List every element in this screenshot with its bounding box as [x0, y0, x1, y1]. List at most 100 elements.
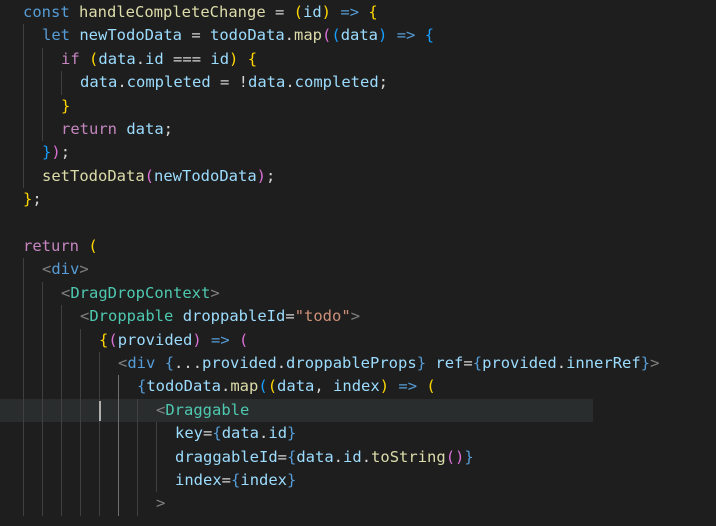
code-line[interactable]: }	[0, 94, 716, 118]
code-token: todoData	[146, 377, 221, 396]
code-token: newTodoData	[79, 26, 182, 45]
code-token: {	[99, 330, 109, 349]
code-line[interactable]: data.completed = !data.completed;	[0, 71, 716, 95]
code-token: .	[259, 424, 269, 443]
code-token: .	[276, 354, 287, 372]
code-line[interactable]: setTodoData(newTodoData);	[0, 164, 716, 189]
code-line[interactable]: >	[0, 492, 716, 516]
indent-guide	[42, 492, 43, 516]
code-token: data	[248, 73, 286, 92]
code-line[interactable]: if (data.id === id) {	[0, 47, 716, 72]
code-line[interactable]: <div {...provided.droppableProps} ref={p…	[0, 352, 716, 376]
code-token: Droppable	[89, 307, 174, 326]
code-token: ,	[314, 377, 334, 396]
code-token: }	[416, 354, 427, 372]
code-token: =>	[398, 377, 418, 396]
code-token: ref	[435, 354, 464, 372]
code-token: ;	[163, 120, 174, 138]
code-line[interactable]: <DragDropContext>	[0, 281, 716, 306]
code-token: (	[144, 166, 154, 185]
code-token: (	[426, 377, 436, 396]
indent-guide	[23, 398, 24, 423]
indent-guide	[23, 94, 24, 118]
code-token: completed	[294, 73, 379, 92]
code-token: data	[98, 49, 136, 68]
code-token: if	[61, 49, 80, 68]
code-text: <div>	[42, 258, 89, 281]
code-line[interactable]: return data;	[0, 118, 716, 142]
code-token: const	[23, 3, 70, 21]
indent-guide	[118, 422, 119, 446]
code-token: ===	[163, 49, 211, 68]
code-token: div	[127, 354, 156, 372]
code-token: {	[472, 354, 483, 372]
indent-guide	[23, 305, 24, 329]
code-token: >	[156, 494, 166, 513]
code-token: )	[256, 166, 266, 185]
code-token: .	[117, 73, 127, 92]
code-token: <	[156, 400, 166, 419]
code-token: =	[265, 3, 294, 21]
code-token: ;	[378, 73, 389, 92]
code-line[interactable]: {todoData.map((data, index) => (	[0, 375, 716, 399]
indent-guide	[61, 375, 62, 399]
code-token: index	[240, 471, 288, 489]
code-token: draggableId	[175, 447, 278, 466]
indent-guide	[23, 47, 24, 72]
code-line[interactable]: key={data.id}	[0, 422, 716, 446]
code-token: provided	[202, 354, 277, 372]
code-token: >	[210, 283, 220, 302]
indent-guide	[42, 281, 43, 306]
code-token: }	[61, 96, 71, 115]
code-line[interactable]: {(provided) => (	[0, 328, 716, 352]
code-token: {	[368, 3, 378, 21]
code-token: (	[88, 237, 98, 255]
code-text: >	[156, 492, 165, 515]
indent-guide	[61, 352, 62, 376]
code-token: <	[42, 260, 52, 279]
code-line[interactable]: };	[0, 188, 716, 211]
code-editor[interactable]: const handleCompleteChange = (id) => {le…	[0, 0, 716, 526]
indent-guide	[61, 71, 62, 95]
code-text: return data;	[61, 118, 173, 141]
code-line[interactable]: <Droppable droppableId="todo">	[0, 305, 716, 329]
indent-guide	[137, 398, 138, 423]
indent-guide	[118, 445, 119, 469]
code-token: "todo"	[294, 307, 351, 326]
code-token: =>	[340, 3, 360, 21]
code-line[interactable]: let newTodoData = todoData.map((data) =>…	[0, 24, 716, 48]
code-line[interactable]: draggableId={data.id.toString()}	[0, 445, 716, 469]
indent-guide	[61, 445, 62, 469]
indent-guide	[61, 398, 62, 423]
indent-guide	[80, 398, 81, 423]
code-text: {(provided) => (	[99, 329, 248, 352]
code-token: (	[258, 377, 268, 396]
code-token: =	[463, 354, 473, 372]
code-token: setTodoData	[42, 166, 145, 185]
indent-guide	[23, 445, 24, 469]
code-token: id	[268, 424, 288, 443]
code-token: =	[221, 471, 232, 489]
code-token: }	[464, 447, 474, 466]
indent-guide	[61, 305, 62, 329]
code-line[interactable]	[0, 212, 716, 235]
code-token: )	[51, 143, 61, 162]
code-token: (	[322, 26, 332, 45]
code-line[interactable]: index={index}	[0, 469, 716, 493]
code-text: if (data.id === id) {	[61, 48, 257, 71]
code-token: .	[556, 354, 567, 372]
code-line[interactable]: <Draggable	[0, 398, 593, 423]
code-line[interactable]: const handleCompleteChange = (id) => {	[0, 1, 716, 24]
indent-guide	[80, 352, 81, 376]
indent-guide	[42, 375, 43, 399]
code-line[interactable]: });	[0, 141, 716, 165]
indent-guide	[42, 71, 43, 95]
indent-guide	[137, 445, 138, 469]
code-token: droppableProps	[286, 354, 417, 372]
code-line[interactable]: <div>	[0, 258, 716, 282]
code-text: return (	[23, 235, 98, 258]
code-line[interactable]: return (	[0, 235, 716, 258]
